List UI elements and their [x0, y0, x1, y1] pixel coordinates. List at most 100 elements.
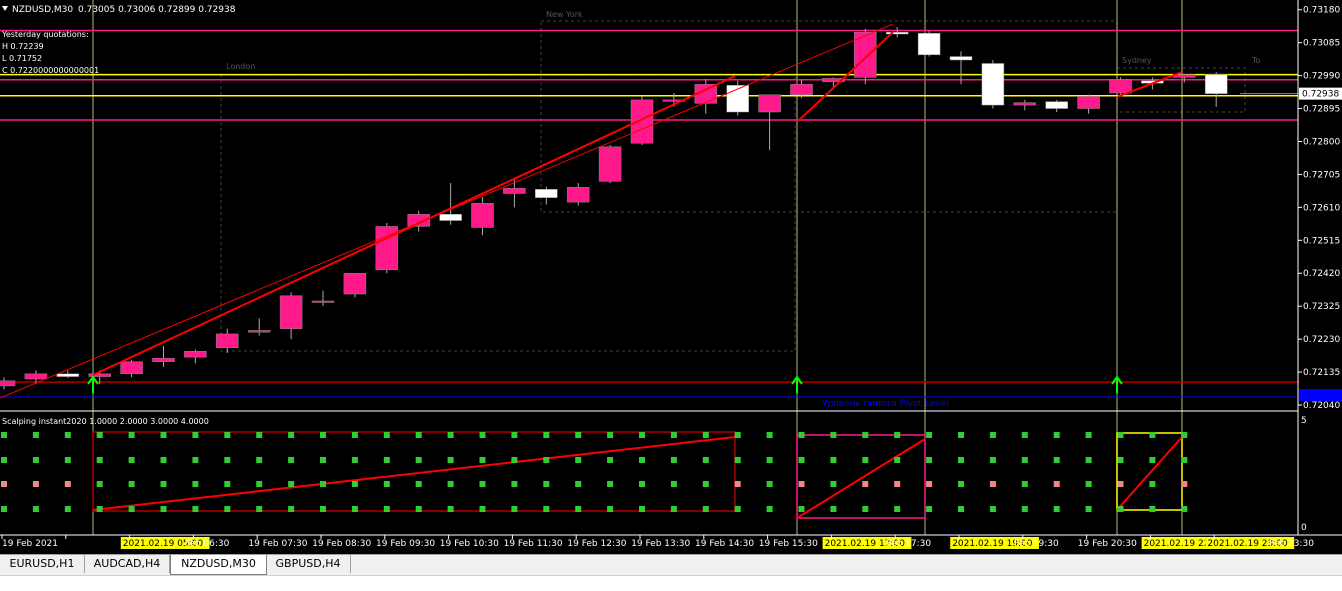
indicator-dot	[224, 457, 231, 463]
time-tick-label: 19 Feb 13:30	[631, 539, 690, 549]
time-tick-label: 19 Feb 07:30	[248, 539, 307, 549]
indicator-dot	[702, 457, 709, 463]
candle-body	[216, 333, 239, 349]
indicator-dot	[96, 506, 103, 512]
indicator-dot	[639, 506, 645, 512]
price-tick-label: 0.73085	[1303, 39, 1340, 49]
indicator-dot	[958, 432, 964, 438]
tab-audcad-h4[interactable]: AUDCAD,H4	[85, 555, 170, 573]
indicator-dot	[1117, 457, 1124, 463]
indicator-dot	[192, 432, 199, 438]
time-tick-label: Feb 06:30	[185, 539, 230, 549]
indicator-dot	[1085, 457, 1092, 463]
indicator-dot	[1149, 432, 1156, 438]
candle-body	[790, 84, 813, 95]
ohlc-values: 0.73005 0.73006 0.72899 0.72938	[78, 5, 236, 15]
indicator-dot	[1181, 506, 1188, 512]
indicator-dot	[447, 481, 454, 487]
indicator-dot	[64, 481, 71, 487]
indicator-dot	[989, 481, 996, 487]
indicator-dot	[224, 481, 231, 487]
session-tokyo-label: To	[1251, 56, 1261, 65]
indicator-dot	[32, 432, 39, 438]
indicator-dot	[639, 432, 645, 438]
indicator-title: Scalping instant2020 1.0000 2.0000 3.000…	[2, 417, 209, 426]
yesterday-title: Yesterday quotations:	[1, 30, 89, 39]
indicator-dot	[766, 432, 773, 438]
indicator-dot	[128, 432, 135, 438]
indicator-dot	[256, 506, 263, 512]
indicator-dot	[64, 457, 71, 463]
indicator-dot	[1021, 506, 1028, 512]
time-tick-label: 19 Feb 2021	[2, 539, 58, 549]
indicator-dot	[926, 457, 933, 463]
candle-body	[758, 94, 781, 113]
indicator-dot	[1, 432, 7, 438]
candle-body	[0, 380, 16, 387]
indicator-dot	[862, 457, 869, 463]
indicator-dot	[1085, 506, 1092, 512]
indicator-dot	[288, 481, 295, 487]
indicator-dot	[766, 506, 773, 512]
symbol-title: NZDUSD,M30	[12, 5, 73, 15]
indicator-dot	[1, 457, 7, 463]
indicator-dot	[734, 432, 741, 438]
candle-body	[535, 189, 558, 198]
indicator-dot	[862, 432, 869, 438]
price-chart[interactable]: 0.73180 0.73085 0.72990 0.72895 0.72800 0.727…	[0, 0, 1342, 554]
candle-body	[152, 357, 175, 362]
tab-gbpusd-h4[interactable]: GBPUSD,H4	[266, 555, 351, 573]
indicator-dot	[288, 457, 295, 463]
indicator-dot	[639, 457, 645, 463]
indicator-dot	[1149, 481, 1156, 487]
indicator-dot	[1117, 432, 1124, 438]
indicator-dot	[1, 506, 7, 512]
indicator-dot	[351, 506, 358, 512]
tab-eurusd-h1[interactable]: EURUSD,H1	[0, 555, 85, 573]
indicator-dot	[894, 506, 901, 512]
indicator-dot	[607, 506, 614, 512]
indicator-dot	[415, 506, 422, 512]
indicator-dot	[479, 432, 486, 438]
time-tick-label: Feb 23:30	[1269, 539, 1314, 549]
indicator-dot	[288, 506, 295, 512]
candle-body	[471, 202, 494, 228]
candle-body	[1077, 96, 1100, 109]
candle-body	[917, 33, 941, 56]
indicator-dot	[1053, 506, 1060, 512]
candle-body	[949, 56, 973, 61]
indicator-dot	[734, 506, 741, 512]
time-tick-label: 19 Feb 11:30	[504, 539, 563, 549]
indicator-dot	[256, 457, 263, 463]
indicator-scale-bottom: 0	[1301, 523, 1307, 533]
indicator-dot	[607, 457, 614, 463]
candle-body	[120, 361, 143, 375]
indicator-dot	[447, 432, 454, 438]
indicator-dot	[351, 457, 358, 463]
indicator-dot	[383, 457, 390, 463]
indicator-dot	[575, 457, 582, 463]
indicator-dot	[670, 432, 677, 438]
price-tick-label: 0.72800	[1303, 137, 1340, 147]
indicator-dot	[766, 481, 773, 487]
indicator-dot	[958, 481, 964, 487]
indicator-dot	[958, 506, 964, 512]
tab-nzdusd-m30[interactable]: NZDUSD,M30	[170, 555, 267, 575]
indicator-dot	[415, 457, 422, 463]
time-tick-label: Feb 19:30	[1014, 539, 1059, 549]
indicator-dot	[702, 481, 709, 487]
price-tick-label: 0.72895	[1303, 105, 1340, 115]
indicator-dot	[96, 481, 103, 487]
time-tick-label: 19 Feb 12:30	[567, 539, 626, 549]
indicator-dot	[351, 432, 358, 438]
current-price-label: 0.72938	[1302, 90, 1339, 100]
pivot-price-box	[1299, 389, 1342, 401]
indicator-scale-top: 5	[1301, 416, 1307, 426]
indicator-dot	[1117, 506, 1124, 512]
candle-body	[981, 63, 1005, 106]
indicator-dot	[1053, 457, 1060, 463]
yesterday-high: H 0.72239	[2, 42, 44, 51]
indicator-dot	[351, 481, 358, 487]
indicator-dot	[1085, 481, 1092, 487]
indicator-dot	[320, 481, 326, 487]
